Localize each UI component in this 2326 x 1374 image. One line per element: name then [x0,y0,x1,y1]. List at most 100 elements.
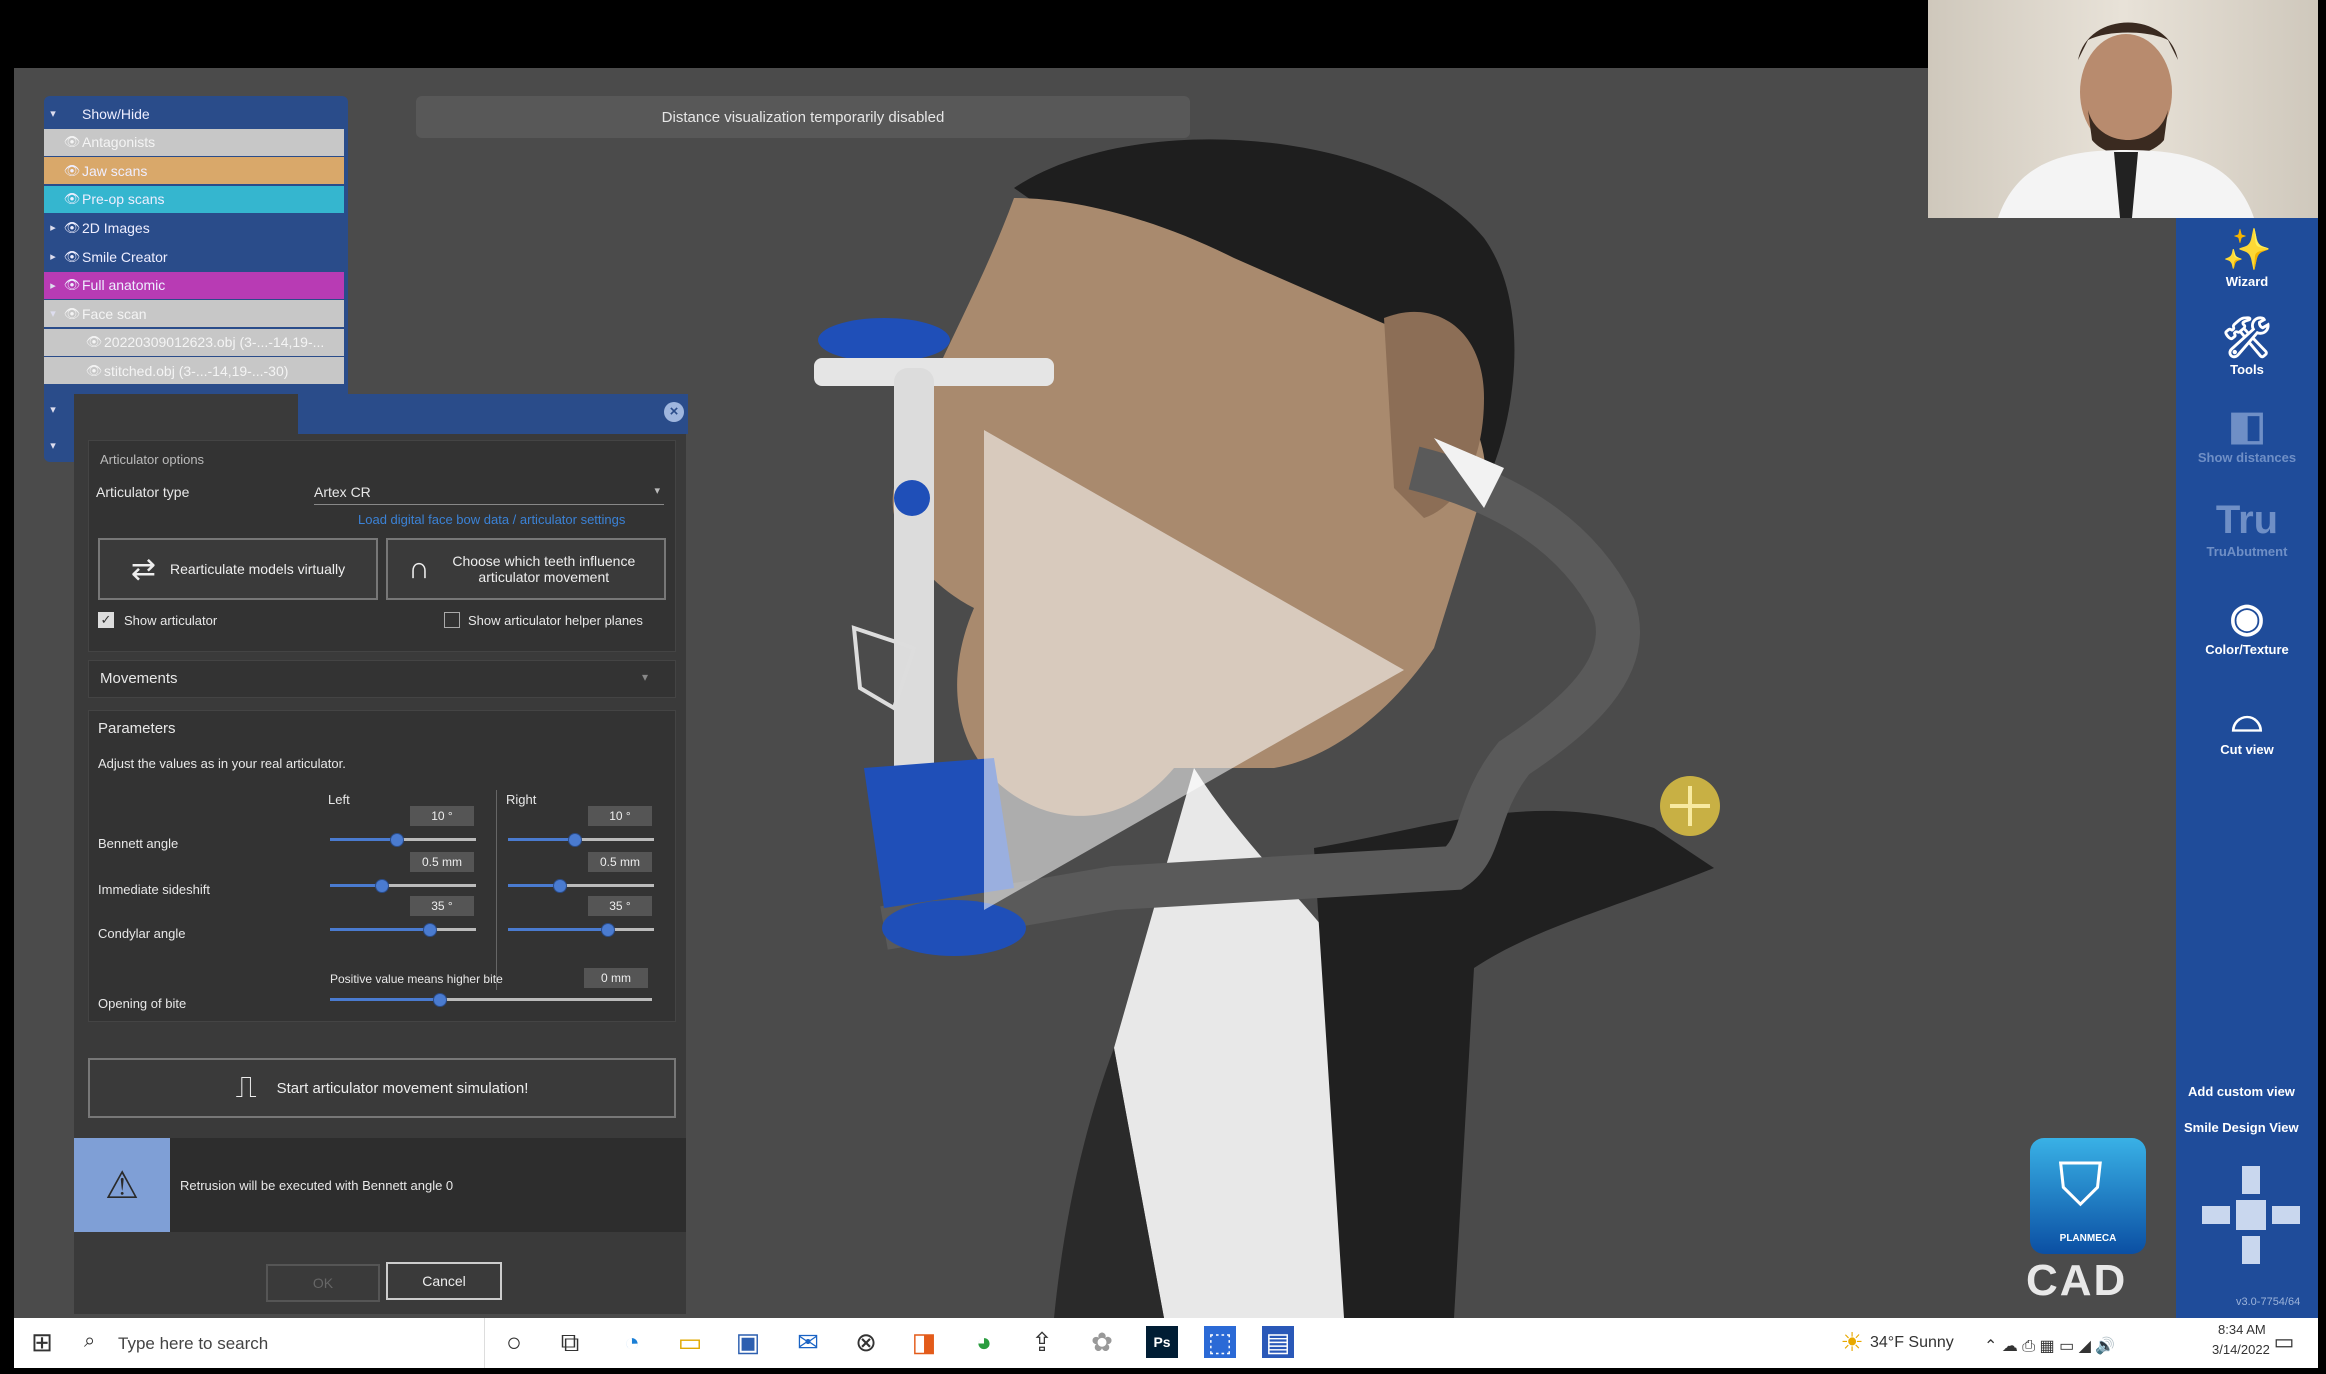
chevron-down-icon[interactable]: ▾ [44,439,62,452]
tree-item-label: 20220309012623.obj (3-...-14,19-... [104,334,325,351]
slider-fill [330,884,382,887]
value-field[interactable]: 10 ° [410,806,474,826]
chevron-right-icon[interactable]: ▸ [44,221,62,234]
tool-label: TruAbutment [2206,544,2288,559]
chrome-icon[interactable]: ◕ [968,1326,1000,1358]
tree-item[interactable]: ▸ 👁 2D Images [44,214,344,242]
add-custom-view-button[interactable]: Add custom view [2188,1084,2295,1099]
windows-start-icon[interactable]: ⊞ [26,1326,58,1358]
tree-item[interactable]: ▸ 👁 Full anatomic [44,271,344,299]
rearticulate-button[interactable]: ⇄ Rearticulate models virtually [98,538,378,600]
tree-item[interactable]: ▸ 👁 Smile Creator [44,243,344,270]
close-panel-button[interactable]: × [664,402,684,422]
opening-value-field[interactable]: 0 mm [584,968,648,988]
tree-item[interactable]: ▾ 👁 Face scan [44,300,344,328]
value-field[interactable]: 35 ° [588,896,652,916]
eye-icon[interactable]: 👁 [62,306,82,322]
chevron-down-icon[interactable]: ▾ [44,107,62,120]
slider-handle[interactable] [567,833,582,847]
show-articulator-checkbox[interactable]: ✓ [98,612,114,628]
tree-item-label: Show/Hide [82,105,150,122]
start-simulation-button[interactable]: ⎍ Start articulator movement simulation! [88,1058,676,1118]
right-toolbar [2176,218,2318,1318]
value-field[interactable]: 0.5 mm [410,852,474,872]
planmeca-logo: ⛉ PLANMECA [2030,1138,2146,1254]
tool-button[interactable]: ⌓ Cut view [2176,694,2318,757]
task-view-icon[interactable]: ⧉ [554,1326,586,1358]
cad-label: CAD [2026,1256,2128,1305]
slider-fill [508,884,560,887]
tool-label: Cut view [2220,742,2274,757]
tool-button[interactable]: ✨ Wizard [2176,226,2318,289]
slider-handle[interactable] [389,833,404,847]
cancel-button[interactable]: Cancel [386,1262,502,1300]
tool-icon: ◉ [2229,596,2265,640]
file-explorer-icon[interactable]: ▭ [674,1326,706,1358]
store-icon[interactable]: ▣ [732,1326,764,1358]
office-icon[interactable]: ◨ [908,1326,940,1358]
tree-item[interactable]: ▾ Show/Hide [44,100,344,127]
tree-item-label: Face scan [82,305,147,322]
value-field[interactable]: 0.5 mm [588,852,652,872]
slider-handle[interactable] [553,879,568,893]
tree-item-label: Antagonists [82,134,156,151]
tool-label: Tools [2230,362,2264,377]
tool-label: Color/Texture [2205,642,2289,657]
slider-handle[interactable] [375,879,390,893]
mail-icon[interactable]: ✉ [792,1326,824,1358]
tree-item-label: Pre-op scans [82,191,165,208]
eye-icon[interactable]: 👁 [62,163,82,179]
eye-icon[interactable]: 👁 [62,191,82,207]
swap-arrows-icon: ⇄ [130,552,157,586]
eye-icon[interactable]: 👁 [62,220,82,236]
tree-item[interactable]: 👁 Jaw scans [44,157,344,185]
app-icon[interactable]: ✿ [1086,1326,1118,1358]
eye-icon[interactable]: 👁 [84,334,104,350]
tree-item[interactable]: 👁 Pre-op scans [44,185,344,213]
view-cube-icon[interactable] [2196,1160,2306,1280]
distance-banner: Distance visualization temporarily disab… [416,96,1190,138]
share-icon[interactable]: ⇪ [1026,1326,1058,1358]
tool-icon: Tru [2215,498,2279,542]
tree-item[interactable]: 👁 stitched.obj (3-...-14,19-...-30) [44,357,344,385]
choose-teeth-button[interactable]: ∩ Choose which teeth influence articulat… [386,538,666,600]
eye-icon[interactable]: 👁 [62,134,82,150]
notifications-icon[interactable]: ▭ [2268,1326,2300,1358]
cortana-icon[interactable]: ○ [498,1326,530,1358]
show-helper-planes-checkbox[interactable] [444,612,460,628]
value-field[interactable]: 10 ° [588,806,652,826]
play-overlay-icon[interactable] [984,430,1404,910]
xbox-icon[interactable]: ⊗ [850,1326,882,1358]
tree-item[interactable]: 👁 Antagonists [44,128,344,156]
tool-button[interactable]: Tru TruAbutment [2176,496,2318,559]
planmeca-app-icon[interactable]: ⬚ [1204,1326,1236,1358]
tool-button[interactable]: 🛠 Tools [2176,314,2318,377]
eye-icon[interactable]: 👁 [84,363,104,379]
search-icon: ⌕ [84,1330,96,1352]
articulator-type-select[interactable]: Artex CR ▾ [314,484,664,505]
tool-label: Wizard [2225,274,2269,289]
ok-button[interactable]: OK [266,1264,380,1302]
eye-icon[interactable]: 👁 [62,277,82,293]
chevron-right-icon[interactable]: ▸ [44,279,62,292]
clock-date: 3/14/2022 [2212,1342,2270,1357]
warning-icon: ⚠ [74,1138,170,1232]
system-tray-icons[interactable]: ⌃ ☁ ⎙ ▦ ▭ ◢ 🔊 [1984,1336,2115,1356]
parameters-title: Parameters [98,720,176,737]
show-helper-planes-label: Show articulator helper planes [468,613,643,628]
tool-button[interactable]: ◉ Color/Texture [2176,594,2318,657]
photoshop-icon[interactable]: Ps [1146,1326,1178,1358]
eye-icon[interactable]: 👁 [62,249,82,265]
tree-item[interactable]: 👁 20220309012623.obj (3-...-14,19-... [44,328,344,356]
taskbar-search-input[interactable]: ⌕ Type here to search [70,1318,485,1368]
chevron-down-icon[interactable]: ▾ [44,307,62,320]
presenter-image [1998,22,2254,218]
chevron-right-icon[interactable]: ▸ [44,250,62,263]
load-face-bow-link[interactable]: Load digital face bow data / articulator… [358,512,625,527]
teams-icon[interactable]: ▤ [1262,1326,1294,1358]
smile-design-view-button[interactable]: Smile Design View [2184,1120,2299,1135]
edge-browser-icon[interactable]: ◔ [616,1326,648,1358]
value-field[interactable]: 35 ° [410,896,474,916]
tool-button[interactable]: ◧ Show distances [2176,402,2318,465]
chevron-down-icon[interactable]: ▾ [44,403,62,416]
